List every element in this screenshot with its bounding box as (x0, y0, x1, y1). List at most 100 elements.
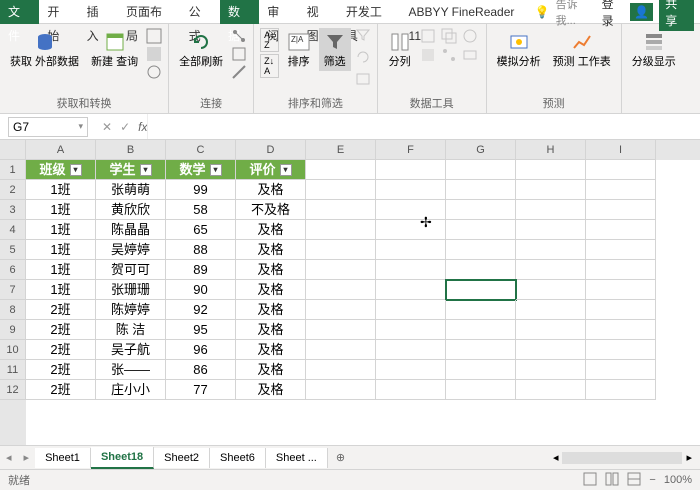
cell[interactable]: 89 (166, 260, 236, 280)
cell[interactable]: 86 (166, 360, 236, 380)
cell[interactable]: 2班 (26, 360, 96, 380)
cell[interactable]: 不及格 (236, 200, 306, 220)
filter-dropdown-icon[interactable]: ▾ (70, 164, 82, 176)
menu-tab-4[interactable]: 公式 (181, 0, 220, 24)
cell[interactable] (306, 180, 376, 200)
row-header[interactable]: 3 (0, 200, 26, 220)
cell[interactable]: 班级▾ (26, 160, 96, 180)
flash-fill-icon[interactable] (420, 28, 436, 44)
cell[interactable] (446, 360, 516, 380)
cell[interactable] (306, 260, 376, 280)
cell[interactable] (516, 360, 586, 380)
column-header[interactable]: G (446, 140, 516, 160)
cell[interactable]: 黄欣欣 (96, 200, 166, 220)
cell[interactable] (516, 340, 586, 360)
cell[interactable] (516, 260, 586, 280)
cell[interactable]: 评价▾ (236, 160, 306, 180)
cell[interactable] (446, 320, 516, 340)
sort-za-button[interactable]: Z↓A (260, 54, 279, 78)
cell[interactable] (516, 320, 586, 340)
cell[interactable] (376, 200, 446, 220)
cell[interactable] (306, 360, 376, 380)
column-header[interactable]: I (586, 140, 656, 160)
hscrollbar[interactable] (562, 452, 682, 464)
cell[interactable]: 99 (166, 180, 236, 200)
cell[interactable]: 吴子航 (96, 340, 166, 360)
menu-tab-5[interactable]: 数据 (220, 0, 259, 24)
cell[interactable]: 58 (166, 200, 236, 220)
cell[interactable] (586, 340, 656, 360)
cell[interactable] (586, 260, 656, 280)
view-normal-icon[interactable] (583, 472, 597, 489)
cell[interactable] (306, 320, 376, 340)
cell[interactable]: 陈婷婷 (96, 300, 166, 320)
data-validation-icon[interactable] (462, 28, 478, 44)
cell[interactable] (516, 380, 586, 400)
column-header[interactable]: E (306, 140, 376, 160)
add-sheet-button[interactable]: ⊕ (328, 451, 353, 464)
from-table-icon[interactable] (146, 46, 162, 62)
cell[interactable]: 及格 (236, 360, 306, 380)
cell[interactable]: 及格 (236, 280, 306, 300)
remove-duplicates-icon[interactable] (441, 28, 457, 44)
properties-icon[interactable] (231, 46, 247, 62)
cell[interactable] (446, 200, 516, 220)
cell[interactable] (516, 180, 586, 200)
cell[interactable]: 陈 洁 (96, 320, 166, 340)
sheet-nav-prev[interactable]: ◂ (0, 451, 18, 464)
column-header[interactable]: C (166, 140, 236, 160)
select-all-corner[interactable] (0, 140, 26, 160)
cell[interactable]: 张—— (96, 360, 166, 380)
cell[interactable]: 2班 (26, 300, 96, 320)
advanced-icon[interactable] (355, 72, 371, 88)
cell[interactable] (446, 280, 516, 300)
cell[interactable]: 及格 (236, 340, 306, 360)
manage-data-model-icon[interactable] (462, 47, 478, 63)
cell[interactable] (586, 240, 656, 260)
name-box[interactable]: G7 ▾ (8, 117, 88, 137)
cell[interactable]: 65 (166, 220, 236, 240)
cell[interactable]: 及格 (236, 380, 306, 400)
cell[interactable]: 及格 (236, 320, 306, 340)
view-page-layout-icon[interactable] (605, 472, 619, 489)
cell[interactable]: 2班 (26, 340, 96, 360)
cell[interactable] (376, 380, 446, 400)
recent-sources-icon[interactable] (146, 64, 162, 80)
cell[interactable]: 及格 (236, 240, 306, 260)
menu-tab-7[interactable]: 视图 (299, 0, 338, 24)
cell[interactable]: 1班 (26, 220, 96, 240)
view-page-break-icon[interactable] (627, 472, 641, 489)
row-header[interactable]: 5 (0, 240, 26, 260)
cell[interactable]: 及格 (236, 180, 306, 200)
row-header[interactable]: 9 (0, 320, 26, 340)
column-header[interactable]: H (516, 140, 586, 160)
cell[interactable]: 庄小小 (96, 380, 166, 400)
cell[interactable] (446, 220, 516, 240)
cell[interactable]: 2班 (26, 320, 96, 340)
sheet-nav-next[interactable]: ▸ (18, 451, 36, 464)
cell[interactable]: 2班 (26, 380, 96, 400)
row-header[interactable]: 1 (0, 160, 26, 180)
cell[interactable] (376, 180, 446, 200)
cell[interactable]: 陈晶晶 (96, 220, 166, 240)
cell[interactable]: 张珊珊 (96, 280, 166, 300)
menu-tab-6[interactable]: 审阅 (259, 0, 298, 24)
filter-dropdown-icon[interactable]: ▾ (210, 164, 222, 176)
cell[interactable]: 1班 (26, 240, 96, 260)
consolidate-icon[interactable] (420, 47, 436, 63)
cell[interactable]: 数学▾ (166, 160, 236, 180)
cell[interactable] (586, 200, 656, 220)
cell[interactable]: 1班 (26, 260, 96, 280)
cell[interactable] (376, 340, 446, 360)
cell[interactable] (516, 160, 586, 180)
cell[interactable] (516, 280, 586, 300)
sheet-tab[interactable]: Sheet1 (35, 448, 91, 468)
cell[interactable]: 96 (166, 340, 236, 360)
cell[interactable] (376, 260, 446, 280)
cell[interactable] (446, 240, 516, 260)
text-to-columns-button[interactable]: 分列 (384, 28, 416, 71)
row-header[interactable]: 2 (0, 180, 26, 200)
cell[interactable] (446, 340, 516, 360)
cell[interactable] (376, 320, 446, 340)
row-header[interactable]: 11 (0, 360, 26, 380)
